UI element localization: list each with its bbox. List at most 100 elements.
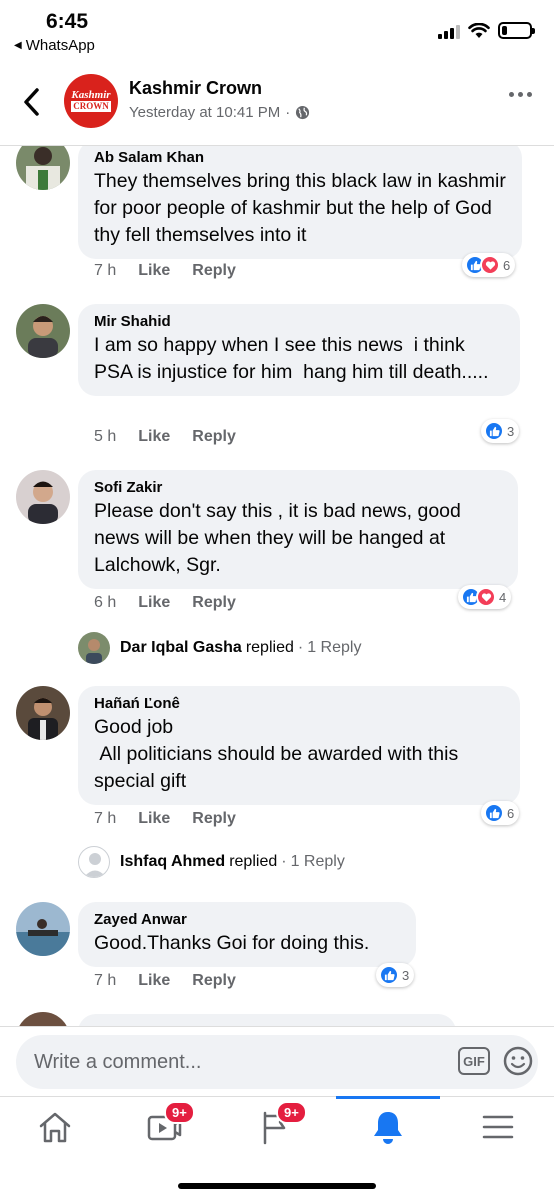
- reaction-summary[interactable]: 3: [376, 963, 415, 987]
- reaction-summary[interactable]: 6: [481, 801, 520, 825]
- comment-text: Please don't say this , it is bad news, …: [94, 500, 467, 576]
- like-button[interactable]: Like: [138, 594, 170, 612]
- reaction-count: 6: [507, 805, 515, 821]
- page-logo[interactable]: Kashmir CROWN: [64, 74, 118, 128]
- gif-button[interactable]: GIF: [458, 1047, 490, 1075]
- comment-actions: 5 h Like Reply: [94, 428, 236, 446]
- wifi-icon: [468, 22, 490, 38]
- chevron-left-icon[interactable]: [20, 84, 44, 120]
- comment-author[interactable]: Ab Salam Khan: [94, 148, 506, 168]
- reply-author: Ishfaq Ahmed: [120, 853, 226, 870]
- comment-text: Good job All politicians should be award…: [94, 716, 459, 792]
- like-button[interactable]: Like: [138, 972, 170, 990]
- comment-text: Good.Thanks Goi for doing this.: [94, 932, 370, 954]
- avatar[interactable]: [16, 686, 70, 740]
- avatar[interactable]: [16, 146, 70, 190]
- comment-actions: 7 h Like Reply: [94, 262, 236, 280]
- emoji-icon[interactable]: [502, 1045, 534, 1077]
- comment-time: 7 h: [94, 810, 117, 827]
- comment-author[interactable]: Hañań Ľonê: [94, 694, 504, 714]
- comment-bubble[interactable]: Hañań Ľonê Good job All politicians shou…: [78, 686, 520, 805]
- post-time-label: Yesterday at 10:41 PM: [129, 104, 281, 121]
- status-time: 6:45: [46, 10, 89, 33]
- comment-actions: 7 h Like Reply: [94, 972, 236, 990]
- reply-separator: ·: [297, 639, 304, 656]
- comment-actions: 6 h Like Reply: [94, 594, 236, 612]
- love-reaction-icon: [480, 255, 500, 275]
- comment-item: Ab Salam Khan They themselves bring this…: [0, 146, 554, 306]
- comment-time: 7 h: [94, 972, 117, 989]
- reply-action: replied: [245, 639, 294, 656]
- view-replies-link[interactable]: Dar Iqbal Gasha replied · 1 Reply: [78, 632, 361, 664]
- back-triangle-icon: ◀: [14, 40, 22, 51]
- reply-button[interactable]: Reply: [192, 428, 236, 446]
- time-separator: ·: [285, 104, 291, 121]
- comment-time: 6 h: [94, 594, 117, 611]
- comment-text: I am so happy when I see this news i thi…: [94, 334, 489, 383]
- comment-item: Hañań Ľonê Good job All politicians shou…: [0, 686, 554, 882]
- back-app-label: WhatsApp: [25, 37, 95, 54]
- like-reaction-icon: [484, 421, 504, 441]
- comment-bubble[interactable]: Mir Shahid I am so happy when I see this…: [78, 304, 520, 396]
- comment-bubble[interactable]: Sofi Zakir Please don't say this , it is…: [78, 470, 518, 589]
- avatar[interactable]: [16, 470, 70, 524]
- reply-action: replied: [229, 853, 278, 870]
- reply-button[interactable]: Reply: [192, 594, 236, 612]
- back-to-app-link[interactable]: ◀ WhatsApp: [14, 37, 95, 54]
- globe-icon: [296, 105, 310, 120]
- avatar[interactable]: [16, 1012, 70, 1026]
- reply-count: 1 Reply: [290, 853, 345, 870]
- more-horizontal-icon[interactable]: [509, 92, 532, 97]
- home-icon: [39, 1112, 71, 1143]
- page-name[interactable]: Kashmir Crown: [129, 78, 262, 99]
- avatar[interactable]: [16, 902, 70, 956]
- tab-watch[interactable]: 9+: [134, 1101, 195, 1147]
- signal-icon: [438, 23, 460, 39]
- like-button[interactable]: Like: [138, 810, 170, 828]
- home-indicator: [178, 1183, 376, 1189]
- watch-badge: 9+: [164, 1101, 195, 1124]
- avatar[interactable]: [16, 304, 70, 358]
- reply-button[interactable]: Reply: [192, 972, 236, 990]
- pages-badge: 9+: [276, 1101, 307, 1124]
- comment-item: Sofi Zakir Please don't say this , it is…: [0, 470, 554, 666]
- comment-item: Mir Shahid I am so happy when I see this…: [0, 304, 554, 470]
- bell-icon: [374, 1112, 402, 1144]
- reply-button[interactable]: Reply: [192, 810, 236, 828]
- tab-pages[interactable]: 9+: [246, 1101, 307, 1147]
- tab-menu[interactable]: [468, 1107, 528, 1147]
- reaction-summary[interactable]: 6: [462, 253, 516, 277]
- post-time: Yesterday at 10:41 PM ·: [129, 104, 310, 121]
- avatar: [78, 632, 110, 664]
- status-bar: 6:45 ◀ WhatsApp: [0, 0, 554, 60]
- comment-item: Zayed Anwar Good.Thanks Goi for doing th…: [0, 902, 554, 1012]
- reaction-count: 4: [499, 589, 507, 605]
- active-tab-indicator: [336, 1096, 440, 1099]
- comments-list: Ab Salam Khan They themselves bring this…: [0, 146, 554, 1026]
- reaction-count: 3: [402, 967, 410, 983]
- reply-count: 1 Reply: [307, 639, 362, 656]
- comment-time: 5 h: [94, 428, 117, 445]
- reaction-summary[interactable]: 3: [481, 419, 520, 443]
- tab-notifications[interactable]: [358, 1107, 418, 1147]
- like-button[interactable]: Like: [138, 428, 170, 446]
- comment-bubble[interactable]: Zayed Anwar Good.Thanks Goi for doing th…: [78, 902, 416, 967]
- reply-separator: ·: [281, 853, 287, 870]
- tab-home[interactable]: [25, 1107, 85, 1147]
- like-reaction-icon: [379, 965, 399, 985]
- reaction-summary[interactable]: 4: [458, 585, 512, 609]
- view-replies-link[interactable]: Ishfaq Ahmed replied · 1 Reply: [78, 846, 345, 878]
- comment-time: 7 h: [94, 262, 117, 279]
- reply-button[interactable]: Reply: [192, 262, 236, 280]
- menu-icon: [482, 1115, 514, 1139]
- love-reaction-icon: [476, 587, 496, 607]
- comment-author[interactable]: Mir Shahid: [94, 312, 504, 332]
- comment-bubble[interactable]: Ab Salam Khan They themselves bring this…: [78, 146, 522, 259]
- comment-bubble[interactable]: [78, 1014, 456, 1026]
- comment-item: [0, 1012, 554, 1026]
- comment-author[interactable]: Sofi Zakir: [94, 478, 502, 498]
- avatar: [78, 846, 110, 878]
- logo-text-line2: CROWN: [71, 101, 111, 112]
- like-button[interactable]: Like: [138, 262, 170, 280]
- comment-author[interactable]: Zayed Anwar: [94, 910, 400, 930]
